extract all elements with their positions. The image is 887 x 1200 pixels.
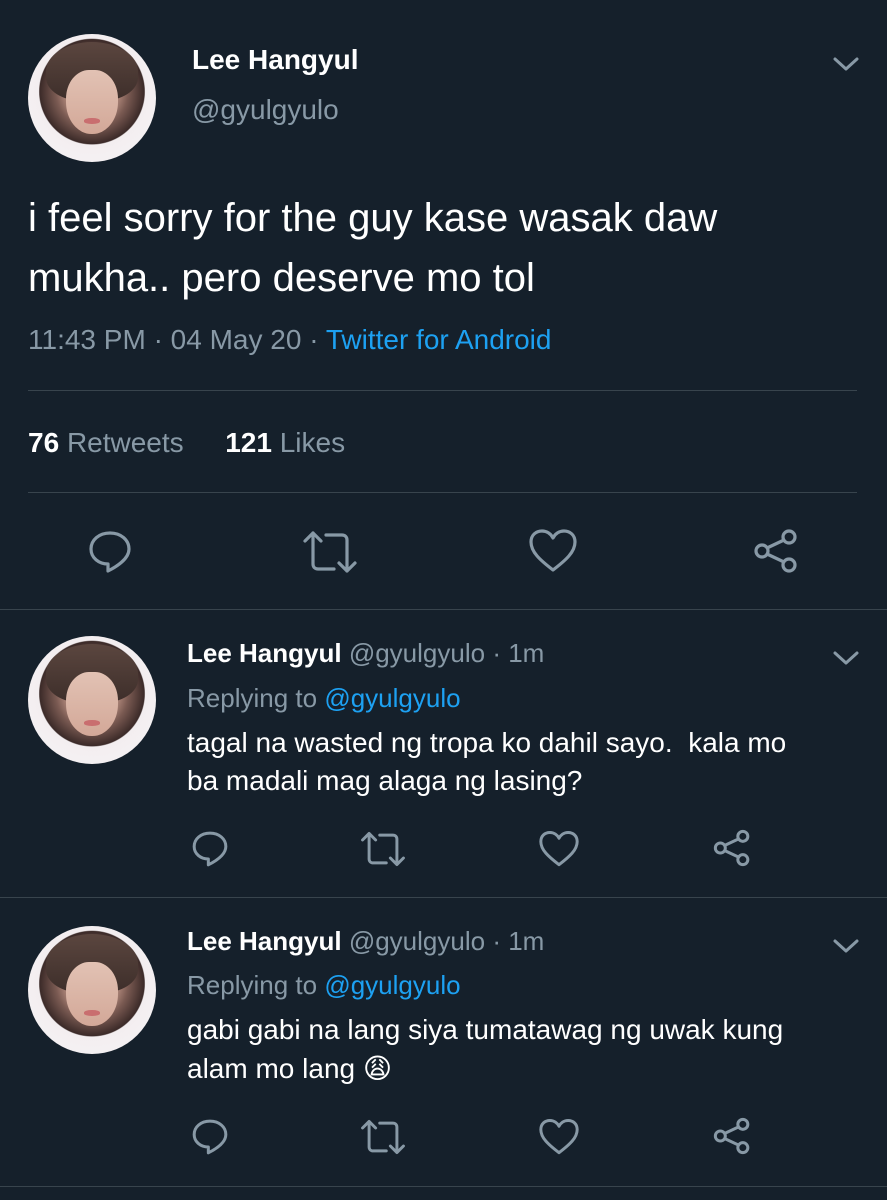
- avatar[interactable]: [28, 926, 156, 1054]
- reply-text-line-2-wrap: alam mo lang 😩: [187, 1052, 392, 1085]
- like-icon[interactable]: [538, 1118, 580, 1156]
- display-name[interactable]: Lee Hangyul: [187, 638, 342, 668]
- reply-icon[interactable]: [190, 1117, 230, 1157]
- user-handle[interactable]: @gyulgyulo: [192, 94, 339, 126]
- reply-text-line-1: tagal na wasted ng tropa ko dahil sayo. …: [187, 727, 787, 758]
- reply-time: 1m: [508, 638, 545, 668]
- retweet-icon[interactable]: [359, 1119, 407, 1155]
- like-icon[interactable]: [538, 830, 580, 868]
- meta-separator: ·: [492, 926, 501, 956]
- display-name[interactable]: Lee Hangyul: [192, 44, 358, 76]
- engagement-stats: 76 Retweets 121 Likes: [28, 427, 345, 459]
- reply-text-line-2: alam mo lang: [187, 1053, 356, 1084]
- like-icon[interactable]: [528, 528, 578, 574]
- tweet-time: 11:43 PM: [28, 324, 146, 355]
- tweet-meta: 11:43 PM · 04 May 20 · Twitter for Andro…: [28, 324, 551, 356]
- share-icon[interactable]: [712, 828, 752, 868]
- reply-header: Lee Hangyul @gyulgyulo · 1m: [187, 638, 544, 669]
- meta-separator: ·: [492, 638, 501, 668]
- user-handle[interactable]: @gyulgyulo: [349, 926, 485, 956]
- retweets-stat[interactable]: 76 Retweets: [28, 427, 191, 458]
- likes-label: Likes: [279, 427, 346, 458]
- user-handle[interactable]: @gyulgyulo: [349, 638, 485, 668]
- reply-time: 1m: [508, 926, 545, 956]
- tweet-source-link[interactable]: Twitter for Android: [326, 324, 552, 355]
- divider: [0, 897, 887, 898]
- avatar[interactable]: [28, 34, 156, 162]
- display-name[interactable]: Lee Hangyul: [187, 926, 342, 956]
- retweets-count: 76: [28, 427, 60, 458]
- share-icon[interactable]: [712, 1116, 752, 1156]
- reply-icon[interactable]: [190, 829, 230, 869]
- reply-icon[interactable]: [86, 528, 134, 576]
- meta-separator: ·: [309, 324, 319, 355]
- reply-text-line-2: ba madali mag alaga ng lasing?: [187, 765, 583, 796]
- reply-text-line-1: gabi gabi na lang siya tumatawag ng uwak…: [187, 1014, 784, 1045]
- chevron-down-icon[interactable]: [832, 54, 860, 74]
- replying-handle-link[interactable]: @gyulgyulo: [324, 683, 460, 713]
- replying-label: Replying to: [187, 683, 318, 713]
- tweet-text-line-1: i feel sorry for the guy kase wasak daw: [28, 196, 718, 240]
- tweet-date: 04 May 20: [170, 324, 302, 355]
- likes-stat[interactable]: 121 Likes: [225, 427, 345, 458]
- weary-face-emoji: 😩: [362, 1053, 393, 1084]
- avatar[interactable]: [28, 636, 156, 764]
- retweet-icon[interactable]: [359, 831, 407, 867]
- replying-label: Replying to: [187, 970, 318, 1000]
- divider: [28, 390, 857, 391]
- retweets-label: Retweets: [66, 427, 184, 458]
- replying-to: Replying to @gyulgyulo: [187, 970, 461, 1001]
- tweet-text-line-2: mukha.. pero deserve mo tol: [28, 256, 535, 300]
- likes-count: 121: [225, 427, 272, 458]
- chevron-down-icon[interactable]: [832, 648, 860, 668]
- divider: [28, 492, 857, 493]
- chevron-down-icon[interactable]: [832, 936, 860, 956]
- divider: [0, 609, 887, 610]
- divider: [0, 1186, 887, 1187]
- meta-separator: ·: [153, 324, 163, 355]
- retweet-icon[interactable]: [301, 530, 359, 574]
- replying-handle-link[interactable]: @gyulgyulo: [324, 970, 460, 1000]
- share-icon[interactable]: [752, 527, 800, 575]
- reply-header: Lee Hangyul @gyulgyulo · 1m: [187, 926, 544, 957]
- replying-to: Replying to @gyulgyulo: [187, 683, 461, 714]
